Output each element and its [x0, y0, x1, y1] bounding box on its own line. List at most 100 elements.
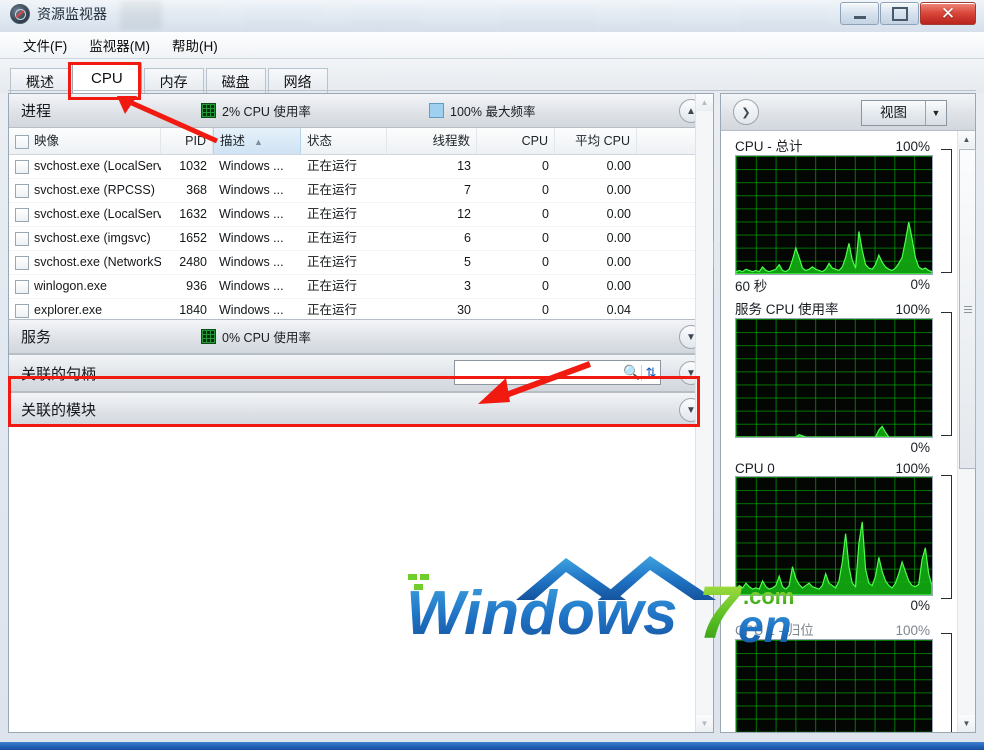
cell-avg_cpu: 0.00	[555, 179, 637, 202]
cell-avg_cpu: 0.00	[555, 155, 637, 178]
tab-cpu[interactable]: CPU	[72, 63, 142, 93]
menu-bar: 文件(F) 监视器(M) 帮助(H)	[0, 32, 984, 59]
handle-search-input[interactable]	[455, 362, 623, 383]
process-rows: svchost.exe (LocalServi...1032Windows ..…	[9, 155, 713, 323]
graph-series	[736, 640, 932, 732]
close-button[interactable]: ✕	[920, 2, 976, 25]
graph-scale-bracket	[941, 475, 952, 599]
row-checkbox[interactable]	[15, 184, 29, 198]
chevron-down-icon[interactable]: ▼	[925, 101, 946, 125]
max-frequency-swatch-icon	[429, 103, 444, 118]
cell-image: svchost.exe (LocalServi...	[9, 203, 161, 226]
graph-scale-bracket	[941, 149, 952, 273]
table-row[interactable]: svchost.exe (NetworkS...2480Windows ...正…	[9, 251, 713, 275]
processes-title: 进程	[21, 100, 51, 121]
title-bar[interactable]: 资源监视器 ✕	[0, 0, 984, 33]
graph-series	[736, 156, 932, 274]
column-header-cpu[interactable]: CPU	[477, 128, 555, 154]
handles-header[interactable]: 关联的句柄 🔍 ⇅ ▼	[9, 354, 713, 392]
row-checkbox[interactable]	[15, 232, 29, 246]
graph-y-max: 100%	[895, 139, 930, 154]
cell-avg_cpu: 0.00	[555, 227, 637, 250]
column-header-status[interactable]: 状态	[301, 128, 387, 154]
graph-title: CPU 1 - 归位	[735, 619, 814, 639]
right-pane-scrollbar[interactable]: ▲ ▼	[957, 131, 975, 732]
refresh-arrows-icon[interactable]: ⇅	[641, 365, 660, 381]
right-pane-collapse-chevron-icon[interactable]: ❯	[733, 99, 759, 125]
services-cpu-usage: 0% CPU 使用率	[222, 327, 311, 346]
graph-3: CPU 0100% 0%	[721, 457, 958, 615]
cell-threads: 6	[387, 227, 477, 250]
graph-scale-bracket	[941, 633, 952, 732]
processes-header[interactable]: 进程 2% CPU 使用率 100% 最大频率 ▲	[9, 94, 713, 128]
graph-y-max: 100%	[895, 623, 930, 638]
left-scroll-up-arrow-icon[interactable]: ▲	[696, 94, 713, 111]
process-table-header: 映像 PID 描述▲ 状态 线程数 CPU 平均 CPU	[9, 128, 713, 155]
row-checkbox[interactable]	[15, 256, 29, 270]
table-row[interactable]: svchost.exe (RPCSS)368Windows ...正在运行700…	[9, 179, 713, 203]
processes-cpu-stat: 2% CPU 使用率	[201, 101, 311, 120]
right-pane-scroll-thumb[interactable]	[959, 149, 976, 469]
maximize-icon	[892, 7, 908, 21]
row-checkbox[interactable]	[15, 280, 29, 294]
services-header[interactable]: 服务 0% CPU 使用率 ▼	[9, 319, 713, 354]
view-button-label: 视图	[862, 101, 925, 125]
select-all-checkbox[interactable]	[15, 135, 29, 149]
menu-help[interactable]: 帮助(H)	[161, 32, 229, 58]
row-checkbox[interactable]	[15, 304, 29, 318]
magnifier-icon[interactable]: 🔍	[623, 364, 641, 381]
graph-header: CPU 1 - 归位 100%	[735, 619, 952, 639]
table-row[interactable]: svchost.exe (LocalServi...1632Windows ..…	[9, 203, 713, 227]
left-scroll-down-arrow-icon[interactable]: ▼	[696, 715, 713, 732]
graph-title: CPU 0	[735, 461, 775, 476]
right-scroll-down-arrow-icon[interactable]: ▼	[958, 715, 975, 732]
right-pane: ❯ 视图 ▼ CPU - 总计100%60 秒0% 服务 CPU 使用率100% 0…	[720, 93, 976, 733]
graph-y-max: 100%	[895, 302, 930, 317]
cell-cpu: 0	[477, 179, 555, 202]
graph-scale-bracket	[941, 312, 952, 436]
graph-series	[736, 319, 932, 437]
processes-freq-stat: 100% 最大频率	[429, 101, 535, 120]
row-checkbox[interactable]	[15, 160, 29, 174]
column-header-pid[interactable]: PID	[161, 128, 213, 154]
column-header-threads[interactable]: 线程数	[387, 128, 477, 154]
graph-header: CPU 0100%	[735, 461, 952, 476]
table-row[interactable]: svchost.exe (LocalServi...1032Windows ..…	[9, 155, 713, 179]
cell-cpu: 0	[477, 155, 555, 178]
row-checkbox[interactable]	[15, 208, 29, 222]
cell-pid: 1032	[161, 155, 213, 178]
graph-4: CPU 1 - 归位100%0%	[721, 615, 958, 732]
tab-underline	[8, 90, 976, 91]
maximize-button[interactable]	[880, 2, 919, 25]
menu-monitor[interactable]: 监视器(M)	[78, 32, 161, 58]
table-row[interactable]: svchost.exe (imgsvc)1652Windows ...正在运行6…	[9, 227, 713, 251]
graph-y-min: 0%	[910, 598, 930, 613]
left-pane-scrollbar[interactable]: ▲ ▼	[695, 94, 713, 732]
section-handles: 关联的句柄 🔍 ⇅ ▼	[9, 354, 713, 392]
menu-file[interactable]: 文件(F)	[12, 32, 78, 58]
column-header-image[interactable]: 映像	[9, 128, 161, 154]
section-modules: 关联的模块 ▼	[9, 392, 713, 427]
cell-pid: 936	[161, 275, 213, 298]
processes-cpu-usage: 2% CPU 使用率	[222, 101, 311, 120]
column-header-description[interactable]: 描述▲	[213, 128, 301, 154]
cell-pid: 1632	[161, 203, 213, 226]
handle-search-box[interactable]: 🔍 ⇅	[454, 360, 661, 385]
graph-1: CPU - 总计100%60 秒0%	[721, 131, 958, 294]
column-header-avg-cpu[interactable]: 平均 CPU	[555, 128, 637, 154]
cell-image: winlogon.exe	[9, 275, 161, 298]
table-row[interactable]: winlogon.exe936Windows ...正在运行300.00	[9, 275, 713, 299]
cell-cpu: 0	[477, 275, 555, 298]
cell-status: 正在运行	[301, 275, 387, 298]
view-button[interactable]: 视图 ▼	[861, 100, 947, 126]
graph-header: 服务 CPU 使用率100%	[735, 298, 952, 318]
minimize-button[interactable]	[840, 2, 879, 25]
modules-header[interactable]: 关联的模块 ▼	[9, 392, 713, 427]
process-table: 映像 PID 描述▲ 状态 线程数 CPU 平均 CPU svchost.exe…	[9, 128, 713, 319]
taskbar-strip	[0, 742, 984, 750]
services-cpu-swatch-icon	[201, 329, 216, 344]
right-scroll-up-arrow-icon[interactable]: ▲	[958, 131, 975, 148]
cell-status: 正在运行	[301, 251, 387, 274]
graph-y-min: 0%	[910, 440, 930, 455]
tab-strip: 概述 CPU 内存 磁盘 网络	[0, 59, 984, 93]
